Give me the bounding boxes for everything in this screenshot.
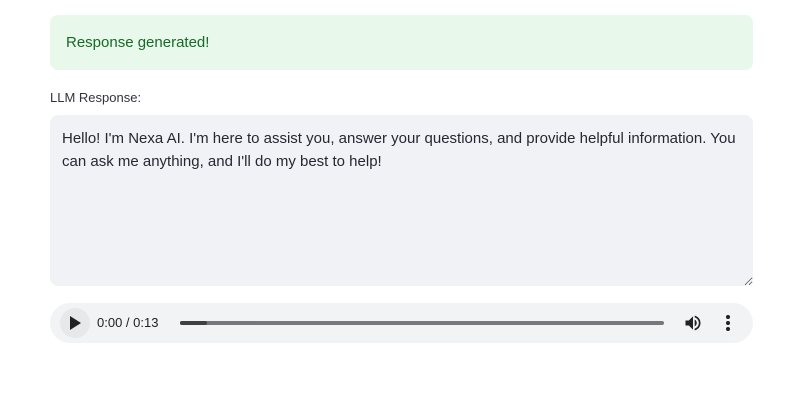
alert-message: Response generated! — [66, 34, 210, 51]
audio-progress-bar[interactable] — [180, 321, 664, 325]
play-icon — [70, 316, 81, 330]
response-textarea[interactable]: Hello! I'm Nexa AI. I'm here to assist y… — [50, 115, 753, 286]
play-button[interactable] — [60, 308, 90, 338]
volume-button[interactable] — [683, 313, 703, 333]
more-vertical-icon — [726, 315, 730, 331]
more-options-button[interactable] — [720, 313, 736, 333]
success-alert: Response generated! — [50, 15, 753, 70]
volume-icon — [685, 315, 701, 331]
audio-time: 0:00 / 0:13 — [97, 315, 159, 330]
audio-player: 0:00 / 0:13 — [50, 303, 753, 343]
response-label: LLM Response: — [50, 90, 142, 105]
audio-progress-fill — [180, 321, 207, 325]
